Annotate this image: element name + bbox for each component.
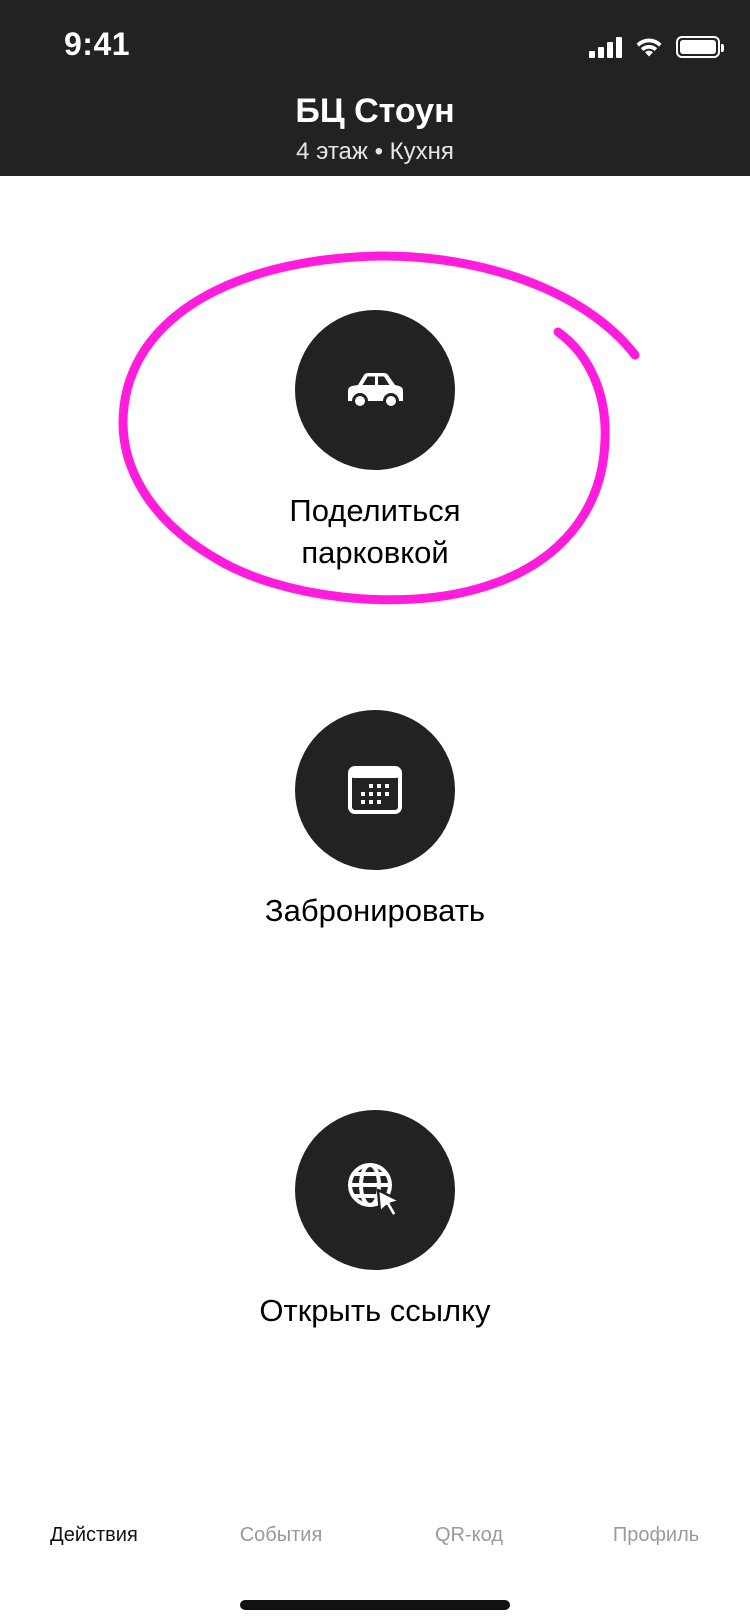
share-parking-action[interactable]: Поделиться парковкой — [0, 310, 750, 574]
open-link-label: Открыть ссылку — [259, 1293, 491, 1328]
status-icons — [589, 32, 724, 62]
share-parking-label: Поделиться парковкой — [289, 493, 461, 570]
cellular-signal-icon — [589, 36, 622, 58]
globe-cursor-icon — [348, 1163, 402, 1218]
calendar-icon — [348, 766, 402, 814]
tab-events[interactable]: События — [187, 1524, 375, 1547]
share-parking-button[interactable] — [295, 310, 455, 470]
tab-qr-code[interactable]: QR-код — [375, 1524, 563, 1547]
book-label: Забронировать — [264, 893, 486, 928]
open-link-action[interactable]: Открыть ссылку — [0, 1110, 750, 1332]
tab-profile[interactable]: Профиль — [562, 1524, 750, 1547]
tab-actions[interactable]: Действия — [0, 1524, 188, 1547]
book-action[interactable]: Забронировать — [0, 710, 750, 932]
top-bar: 9:41 БЦ Стоун 4 этаж • Кухня — [0, 0, 750, 176]
wifi-icon — [636, 38, 662, 57]
home-indicator[interactable] — [240, 1600, 510, 1610]
open-link-button[interactable] — [295, 1110, 455, 1270]
car-icon — [348, 373, 403, 409]
status-time: 9:41 — [64, 26, 131, 62]
location-subtitle: 4 этаж • Кухня — [296, 138, 454, 165]
battery-icon — [676, 36, 724, 58]
page-title: БЦ Стоун — [295, 92, 455, 130]
tab-bar: Действия События QR-код Профиль — [0, 1508, 750, 1574]
book-button[interactable] — [295, 710, 455, 870]
